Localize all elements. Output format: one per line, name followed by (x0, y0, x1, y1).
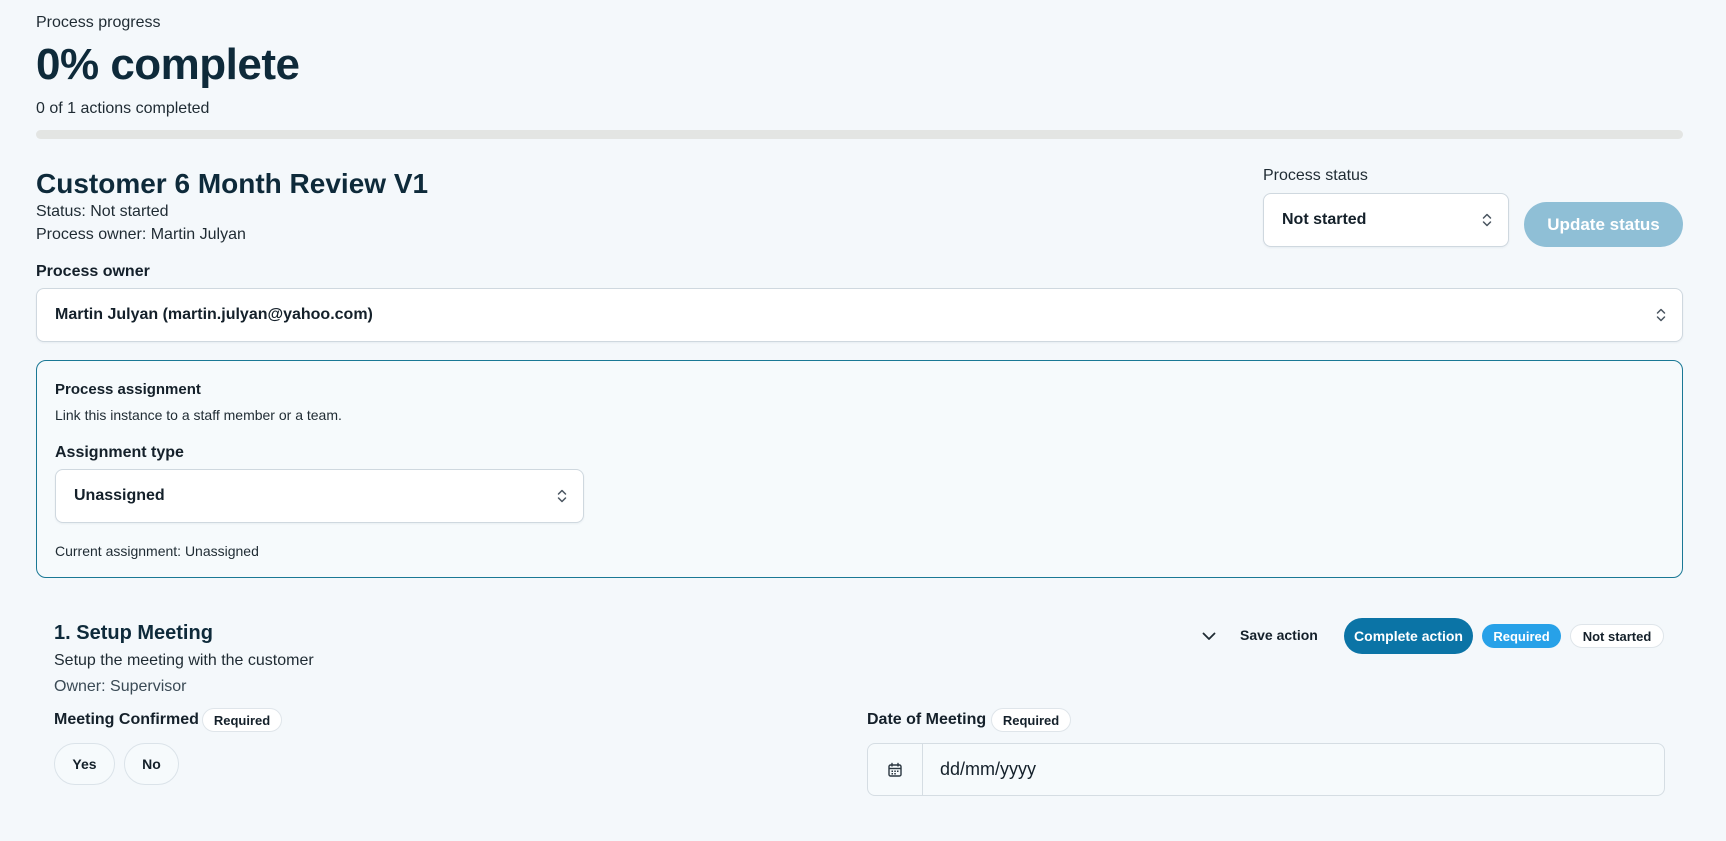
progress-eyebrow: Process progress (36, 14, 161, 31)
date-of-meeting-input[interactable] (923, 744, 1664, 795)
action-title: 1. Setup Meeting (54, 622, 213, 644)
date-of-meeting-label: Date of Meeting (867, 711, 987, 728)
chevron-up-down-icon (1656, 308, 1666, 322)
chevron-up-down-icon (557, 489, 567, 503)
process-owner-text: Process owner: Martin Julyan (36, 226, 246, 243)
progress-bar (36, 130, 1683, 139)
process-owner-label: Process owner (36, 263, 150, 280)
date-required-badge: Required (991, 708, 1071, 732)
meeting-yes-button[interactable]: Yes (54, 743, 115, 785)
process-title: Customer 6 Month Review V1 (36, 168, 429, 199)
update-status-button[interactable]: Update status (1524, 202, 1683, 247)
process-status-value: Not started (1282, 211, 1367, 228)
current-assignment-text: Current assignment: Unassigned (55, 543, 259, 559)
calendar-icon[interactable] (868, 744, 923, 795)
required-badge: Required (1482, 624, 1561, 648)
process-status-select[interactable]: Not started (1263, 193, 1509, 247)
process-status-label: Process status (1263, 167, 1368, 184)
actions-completed-count: 0 of 1 actions completed (36, 100, 210, 117)
action-owner: Owner: Supervisor (54, 678, 187, 695)
process-owner-select[interactable]: Martin Julyan (martin.julyan@yahoo.com) (36, 288, 1683, 342)
meeting-required-badge: Required (202, 708, 282, 732)
date-of-meeting-field (867, 743, 1665, 796)
meeting-confirmed-label: Meeting Confirmed (54, 711, 199, 728)
complete-action-button[interactable]: Complete action (1344, 618, 1473, 654)
assignment-title: Process assignment (55, 381, 201, 398)
action-status-badge: Not started (1570, 624, 1664, 648)
assignment-type-value: Unassigned (74, 487, 165, 504)
assignment-type-label: Assignment type (55, 444, 184, 461)
assignment-subtitle: Link this instance to a staff member or … (55, 407, 342, 423)
chevron-up-down-icon (1482, 213, 1492, 227)
save-action-button[interactable]: Save action (1240, 627, 1318, 643)
progress-percent: 0% complete (36, 40, 300, 89)
process-status-text: Status: Not started (36, 203, 169, 220)
process-page: Process progress 0% complete 0 of 1 acti… (0, 0, 1726, 841)
chevron-down-icon[interactable] (1198, 625, 1220, 647)
process-assignment-card: Process assignment Link this instance to… (36, 360, 1683, 578)
assignment-type-select[interactable]: Unassigned (55, 469, 584, 523)
process-owner-value: Martin Julyan (martin.julyan@yahoo.com) (55, 306, 373, 323)
meeting-no-button[interactable]: No (124, 743, 179, 785)
action-description: Setup the meeting with the customer (54, 652, 314, 669)
